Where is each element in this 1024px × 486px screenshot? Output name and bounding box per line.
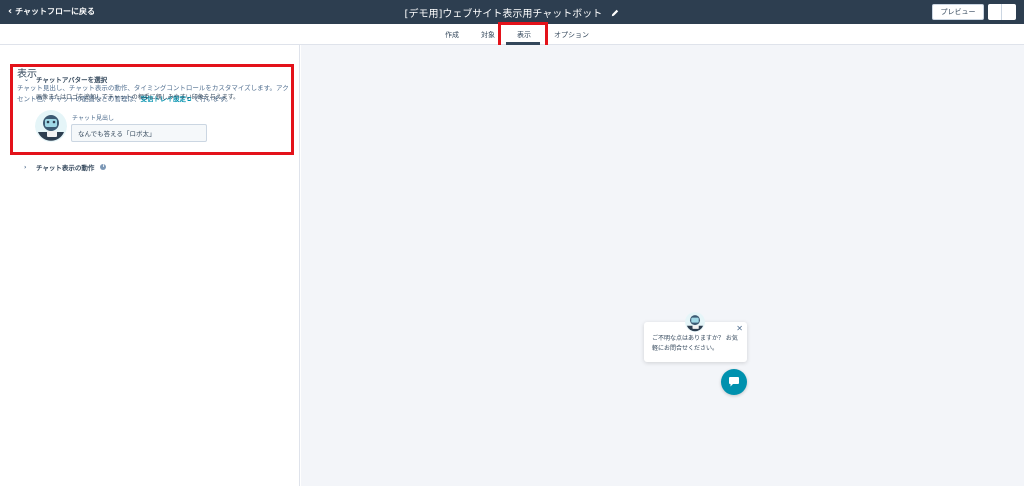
tab-create[interactable]: 作成	[445, 30, 459, 40]
tab-options[interactable]: オプション	[554, 30, 589, 40]
chevron-left-icon: ‹	[8, 5, 13, 17]
chat-heading-label: チャット見出し	[72, 115, 114, 122]
welcome-message-text: ご不明な点はありますか？ お気軽にお問合せください。	[652, 335, 738, 352]
chevron-right-icon: ›	[24, 163, 27, 171]
behavior-section-toggle[interactable]: › チャット表示の動作 i	[24, 162, 107, 172]
back-to-chatflows-link[interactable]: ‹ チャットフローに戻る	[8, 6, 95, 17]
chat-launcher-button[interactable]	[721, 369, 747, 395]
close-icon[interactable]: ✕	[736, 324, 743, 333]
page-title-wrap: [デモ用]ウェブサイト表示用チャットボット	[0, 5, 1024, 20]
toggle-left-segment[interactable]	[988, 4, 1002, 20]
chat-bubble-icon	[729, 377, 739, 387]
tab-target[interactable]: 対象	[481, 30, 495, 40]
view-toggle[interactable]	[988, 4, 1016, 20]
avatar-section-toggle[interactable]: ⌄ チャットアバターを選択	[24, 74, 108, 85]
chat-heading-input[interactable]	[71, 124, 207, 142]
avatar-section-header: チャットアバターを選択	[36, 76, 108, 84]
chat-avatar-image[interactable]	[35, 110, 67, 142]
top-navigation-bar: ‹ チャットフローに戻る [デモ用]ウェブサイト表示用チャットボット プレビュー	[0, 0, 1024, 24]
welcome-avatar-image	[685, 312, 705, 332]
avatar-section-description: 画像またはロゴを追加してチャットの相手に親しみやすい印象を与えます。	[36, 94, 240, 101]
toggle-right-segment[interactable]	[1002, 4, 1016, 20]
chat-preview-area	[301, 45, 1024, 486]
info-icon[interactable]: i	[100, 164, 107, 170]
pencil-icon[interactable]	[611, 9, 619, 20]
preview-button-label: プレビュー	[940, 8, 976, 16]
chevron-down-icon: ⌄	[24, 75, 30, 83]
behavior-section-header: チャット表示の動作	[36, 164, 95, 172]
back-link-label: チャットフローに戻る	[15, 7, 96, 16]
preview-button[interactable]: プレビュー	[932, 4, 984, 20]
page-title: [デモ用]ウェブサイト表示用チャットボット	[404, 9, 603, 20]
